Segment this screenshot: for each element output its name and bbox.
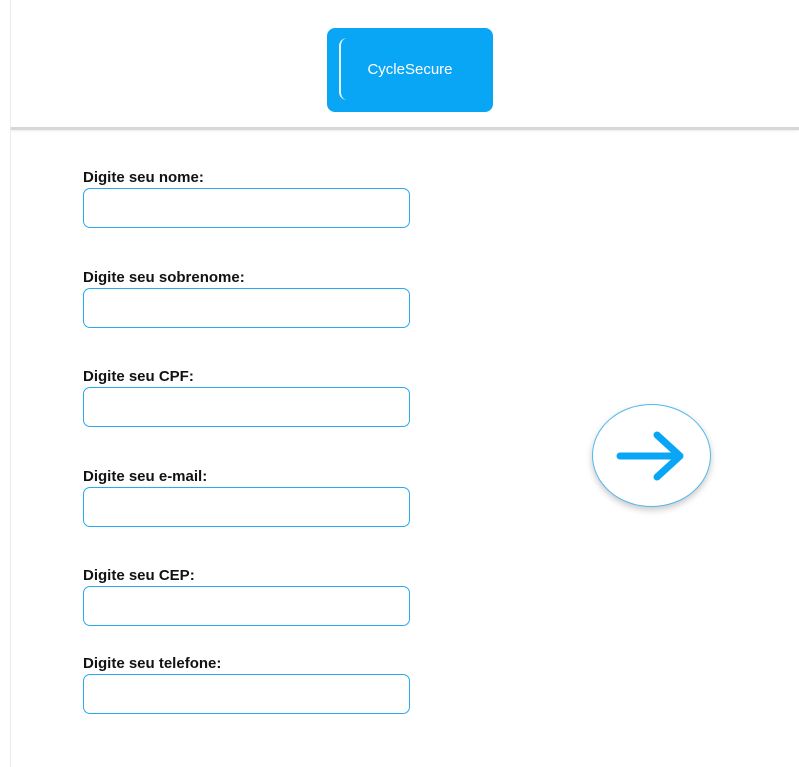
cep-label: Digite seu CEP:	[83, 567, 195, 584]
logo-text: CycleSecure	[367, 61, 453, 78]
name-label: Digite seu nome:	[83, 169, 204, 186]
phone-input[interactable]	[83, 674, 410, 714]
email-label: Digite seu e-mail:	[83, 468, 208, 485]
next-button[interactable]	[592, 404, 711, 507]
name-input[interactable]	[83, 188, 410, 228]
cep-input[interactable]	[83, 586, 410, 626]
phone-label: Digite seu telefone:	[83, 655, 222, 672]
cpf-label: Digite seu CPF:	[83, 368, 194, 385]
header-divider	[11, 127, 799, 130]
signup-page: CycleSecure Digite seu nome: Digite seu …	[0, 0, 799, 767]
email-input[interactable]	[83, 487, 410, 527]
arrow-right-icon	[616, 431, 684, 481]
surname-input[interactable]	[83, 288, 410, 328]
surname-label: Digite seu sobrenome:	[83, 269, 245, 286]
cpf-input[interactable]	[83, 387, 410, 427]
